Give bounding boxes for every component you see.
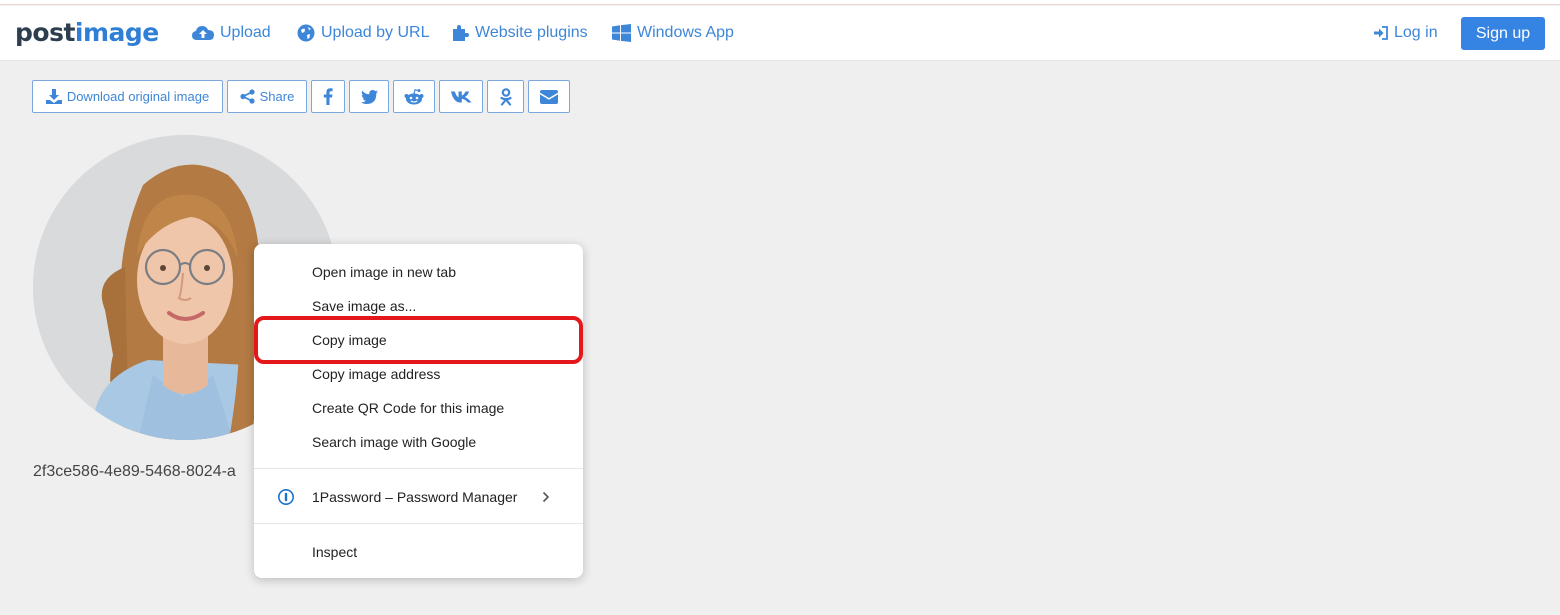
email-share-button[interactable] [528,80,570,113]
top-border [0,0,1560,5]
image-filename: 2f3ce586-4e89-5468-8024-a [33,463,236,480]
vk-icon [450,91,471,102]
nav-website-plugins[interactable]: Website plugins [451,24,588,42]
signup-button[interactable]: Sign up [1461,17,1545,50]
facebook-icon [323,88,333,105]
sign-in-icon [1374,26,1388,40]
download-icon [45,89,62,104]
vk-share-button[interactable] [439,80,483,113]
nav-upload[interactable]: Upload [192,24,271,42]
envelope-icon [540,89,558,104]
nav-login[interactable]: Log in [1374,24,1438,42]
chevron-right-icon [542,491,550,503]
nav-windows-app[interactable]: Windows App [612,24,734,42]
reddit-share-button[interactable] [393,80,435,113]
cloud-upload-icon [192,26,214,40]
globe-icon [297,24,315,42]
nav-upload-by-url[interactable]: Upload by URL [297,24,430,42]
puzzle-icon [453,25,469,41]
copy-image-highlight [254,316,583,364]
menu-item-inspect[interactable]: Inspect [254,535,583,569]
context-menu: Open image in new tab Save image as... C… [254,244,583,578]
odnoklassniki-share-button[interactable] [487,80,524,113]
download-original-button[interactable]: Download original image [32,80,223,113]
menu-item-open-image-new-tab[interactable]: Open image in new tab [254,255,583,289]
reddit-icon [404,88,424,104]
menu-item-create-qr-code[interactable]: Create QR Code for this image [254,391,583,425]
menu-separator [254,468,583,469]
menu-item-search-image-google[interactable]: Search image with Google [254,425,583,459]
share-toolbar: Download original image Share [32,80,570,113]
odnoklassniki-icon [499,87,512,106]
postimage-logo[interactable]: postimage [15,18,159,47]
navbar: postimage Upload Upload by URL Website p… [0,6,1560,61]
windows-icon [612,24,631,42]
menu-item-1password[interactable]: 1Password – Password Manager [254,480,583,514]
share-icon [240,89,255,104]
twitter-share-button[interactable] [349,80,389,113]
twitter-icon [360,89,378,104]
share-button[interactable]: Share [227,80,307,113]
menu-separator [254,523,583,524]
1password-icon [278,489,294,505]
facebook-share-button[interactable] [311,80,345,113]
